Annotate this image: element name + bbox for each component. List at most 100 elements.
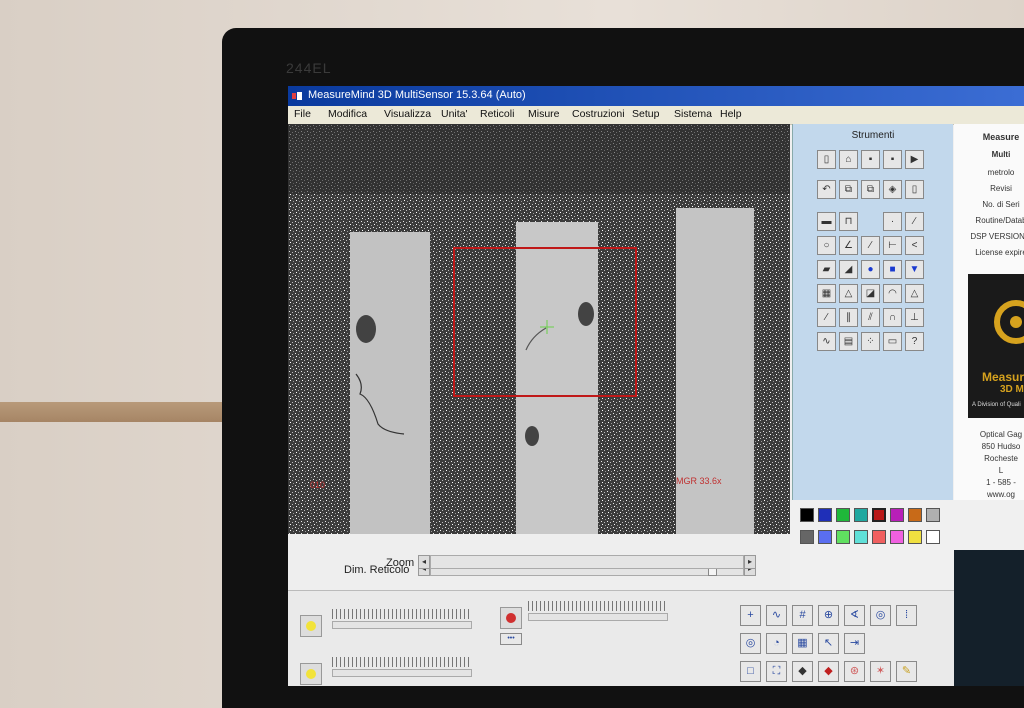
- logo-tagline: A Division of Quali: [972, 402, 1021, 408]
- surface-icon[interactable]: ◢: [839, 260, 858, 279]
- menu-help[interactable]: Help: [720, 108, 742, 120]
- grid-hash-icon[interactable]: #: [792, 605, 813, 626]
- frame-icon[interactable]: ⛶: [766, 661, 787, 682]
- color-swatch[interactable]: [926, 530, 940, 544]
- align-icon[interactable]: ⊥: [905, 308, 924, 327]
- color-swatch[interactable]: [818, 530, 832, 544]
- dot-grid-icon[interactable]: ⁞: [896, 605, 917, 626]
- new-file-icon[interactable]: ▯: [817, 150, 836, 169]
- menu-sistema[interactable]: Sistema: [674, 108, 712, 120]
- menu-unita[interactable]: Unita': [441, 108, 468, 120]
- color-swatch[interactable]: [800, 530, 814, 544]
- focus-icon[interactable]: ✶: [870, 661, 891, 682]
- cylinder-icon[interactable]: ■: [883, 260, 902, 279]
- menu-bar: File Modifica Visualizza Unita' Reticoli…: [288, 106, 1024, 125]
- zoom-slider[interactable]: [430, 555, 744, 569]
- angle-icon[interactable]: ∠: [839, 236, 858, 255]
- edge-detect-icon[interactable]: ⊛: [844, 661, 865, 682]
- menu-reticoli[interactable]: Reticoli: [480, 108, 514, 120]
- hatch-icon[interactable]: ⫽: [861, 308, 880, 327]
- ring-light-slider[interactable]: [528, 613, 668, 621]
- color-swatch[interactable]: [854, 508, 868, 522]
- grid-icon[interactable]: ▦: [817, 284, 836, 303]
- help-icon[interactable]: ?: [905, 332, 924, 351]
- circle-icon[interactable]: ○: [817, 236, 836, 255]
- triangle-icon[interactable]: △: [905, 284, 924, 303]
- sphere-icon[interactable]: ●: [861, 260, 880, 279]
- color-swatch[interactable]: [854, 530, 868, 544]
- cone-icon[interactable]: ▼: [905, 260, 924, 279]
- report-icon[interactable]: ▭: [883, 332, 902, 351]
- color-swatch[interactable]: [890, 530, 904, 544]
- crosshair-icon[interactable]: +: [740, 605, 761, 626]
- paste-icon[interactable]: ⧉: [861, 180, 880, 199]
- arc-icon[interactable]: ◠: [883, 284, 902, 303]
- copy-icon[interactable]: ⧉: [839, 180, 858, 199]
- red-shape-icon[interactable]: ◆: [818, 661, 839, 682]
- path-icon[interactable]: ∿: [817, 332, 836, 351]
- parallel-icon[interactable]: ∥: [839, 308, 858, 327]
- menu-setup[interactable]: Setup: [632, 108, 659, 120]
- concentric-icon[interactable]: ◎: [740, 633, 761, 654]
- tool-change-icon[interactable]: ⊓: [839, 212, 858, 231]
- wave-icon[interactable]: ∿: [766, 605, 787, 626]
- angle-tool-icon[interactable]: ∢: [844, 605, 865, 626]
- calendar-icon[interactable]: ▦: [792, 633, 813, 654]
- color-swatch[interactable]: [908, 508, 922, 522]
- table-icon[interactable]: ▤: [839, 332, 858, 351]
- slope-icon[interactable]: ∕: [817, 308, 836, 327]
- run-routine-icon[interactable]: ▶: [905, 150, 924, 169]
- square-icon[interactable]: □: [740, 661, 761, 682]
- points-icon[interactable]: ⁘: [861, 332, 880, 351]
- info-line: DSP VERSION 6: [970, 232, 1024, 241]
- color-swatch[interactable]: [908, 530, 922, 544]
- camera-view[interactable]: 010 MGR 33.6x: [288, 124, 790, 534]
- point-icon[interactable]: ·: [883, 212, 902, 231]
- save-icon[interactable]: ▪: [861, 150, 880, 169]
- more-button[interactable]: •••: [500, 633, 522, 645]
- contact-line: www.og: [986, 490, 1015, 499]
- pointer-icon[interactable]: ↖: [818, 633, 839, 654]
- menu-costruzioni[interactable]: Costruzioni: [572, 108, 625, 120]
- width-icon[interactable]: ⊢: [883, 236, 902, 255]
- distance-icon[interactable]: ∕: [861, 236, 880, 255]
- zoom-right-arrow[interactable]: ▸: [744, 555, 756, 569]
- top-light-slider[interactable]: [332, 621, 472, 629]
- profile-icon[interactable]: △: [839, 284, 858, 303]
- color-swatch[interactable]: [836, 530, 850, 544]
- scan-icon[interactable]: ◪: [861, 284, 880, 303]
- color-swatch[interactable]: [872, 530, 886, 544]
- color-swatch[interactable]: [890, 508, 904, 522]
- color-swatch-selected[interactable]: [872, 508, 886, 522]
- cone-angle-icon[interactable]: <: [905, 236, 924, 255]
- save-as-icon[interactable]: ▪: [883, 150, 902, 169]
- menu-modifica[interactable]: Modifica: [328, 108, 367, 120]
- menu-visualizza[interactable]: Visualizza: [384, 108, 431, 120]
- plane-icon[interactable]: ▰: [817, 260, 836, 279]
- bottom-light-slider[interactable]: [332, 669, 472, 677]
- document-icon[interactable]: ▯: [905, 180, 924, 199]
- color-swatch[interactable]: [836, 508, 850, 522]
- zoom-left-arrow[interactable]: ◂: [418, 555, 430, 569]
- line-icon[interactable]: ∕: [905, 212, 924, 231]
- arch-icon[interactable]: ∩: [883, 308, 902, 327]
- gauge-icon[interactable]: ◔: [766, 633, 787, 654]
- blob-icon[interactable]: ◆: [792, 661, 813, 682]
- probe-icon[interactable]: ▬: [817, 212, 836, 231]
- ring-light-icon[interactable]: [500, 607, 522, 629]
- top-light-bulb-icon[interactable]: [300, 615, 322, 637]
- target-circle-icon[interactable]: ◎: [870, 605, 891, 626]
- menu-misure[interactable]: Misure: [528, 108, 560, 120]
- pencil-icon[interactable]: ✎: [896, 661, 917, 682]
- export-icon[interactable]: ⇥: [844, 633, 865, 654]
- menu-file[interactable]: File: [294, 108, 311, 120]
- color-swatch[interactable]: [800, 508, 814, 522]
- bottom-light-bulb-icon[interactable]: [300, 663, 322, 685]
- undo-icon[interactable]: ↶: [817, 180, 836, 199]
- open-folder-icon[interactable]: ⌂: [839, 150, 858, 169]
- target-icon[interactable]: ◈: [883, 180, 902, 199]
- color-swatch[interactable]: [926, 508, 940, 522]
- slot-left: [350, 232, 430, 534]
- color-swatch[interactable]: [818, 508, 832, 522]
- circle-cross-icon[interactable]: ⊕: [818, 605, 839, 626]
